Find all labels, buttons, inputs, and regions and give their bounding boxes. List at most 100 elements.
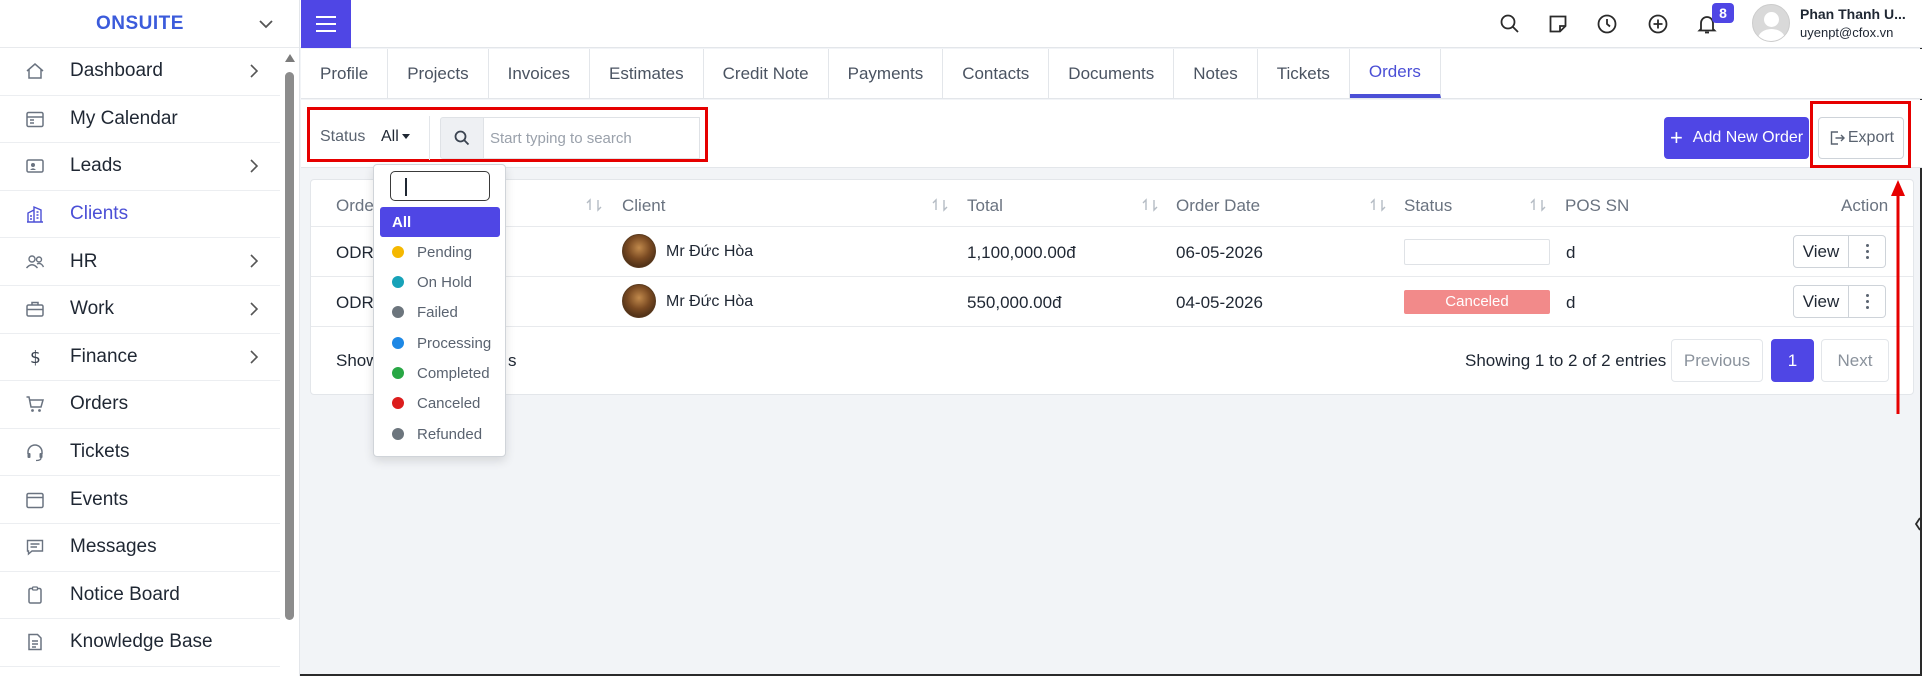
order-total: 1,100,000.00đ [967,243,1076,262]
sort-icon[interactable] [1369,198,1387,212]
scroll-up-arrow-icon[interactable] [285,54,295,62]
tab-projects[interactable]: Projects [388,49,489,98]
client-name[interactable]: Mr Đức Hòa [666,243,753,261]
sidebar-item-events[interactable]: Events [0,476,280,524]
status-option-processing[interactable]: Processing [380,328,500,358]
sidebar-item-label: Finance [70,345,138,367]
sidebar-item-leads[interactable]: Leads [0,143,280,191]
sidebar-item-messages[interactable]: Messages [0,524,280,572]
sidebar-item-notice-board[interactable]: Notice Board [0,572,280,620]
status-option-all[interactable]: All [380,207,500,237]
column-header-client[interactable]: Client [622,196,665,216]
sidebar-nav: Dashboard My Calendar Leads Clients HR W… [0,48,299,667]
sidebar-item-knowledge-base[interactable]: Knowledge Base [0,619,280,667]
dot-icon [392,428,404,440]
sidebar-item-my-calendar[interactable]: My Calendar [0,96,280,144]
pagination-previous[interactable]: Previous [1671,339,1763,382]
sidebar-item-clients[interactable]: Clients [0,191,280,239]
more-vertical-icon [1865,244,1869,259]
column-header-status[interactable]: Status [1404,196,1452,216]
option-label: Completed [417,364,490,382]
status-filter-select[interactable]: All [381,128,410,146]
order-date: 06-05-2026 [1176,243,1263,262]
status-option-canceled[interactable]: Canceled [380,388,500,418]
tab-contacts[interactable]: Contacts [943,49,1050,98]
tab-orders[interactable]: Orders [1349,49,1441,98]
status-option-on-hold[interactable]: On Hold [380,267,500,297]
status-option-failed[interactable]: Failed [380,297,500,327]
brand-name: ONSUITE [96,12,184,34]
tab-tickets[interactable]: Tickets [1258,49,1350,98]
tab-documents[interactable]: Documents [1049,49,1175,98]
tab-credit-note[interactable]: Credit Note [704,49,829,98]
add-circle-icon[interactable] [1646,12,1670,36]
more-actions-button[interactable] [1849,235,1886,268]
view-button[interactable]: View [1793,235,1849,268]
dot-icon [392,276,404,288]
column-header-pos-sn: POS SN [1565,196,1630,215]
sidebar-item-finance[interactable]: $ Finance [0,334,280,382]
orders-table-card: Orde Client Total Order Date Status POS … [310,179,1914,395]
dropdown-search-input[interactable] [390,171,490,201]
dot-icon [392,246,404,258]
dot-icon [392,337,404,349]
sidebar-item-dashboard[interactable]: Dashboard [0,48,280,96]
clock-icon[interactable] [1595,12,1619,36]
more-actions-button[interactable] [1849,285,1886,318]
sort-icon[interactable] [585,198,603,212]
pagination-page-1[interactable]: 1 [1771,339,1814,382]
order-number[interactable]: ODR [336,293,374,313]
sidebar-item-label: Events [70,488,129,510]
add-new-order-label: Add New Order [1692,129,1804,146]
status-option-completed[interactable]: Completed [380,358,500,388]
pagination-next[interactable]: Next [1821,339,1889,382]
sidebar-item-tickets[interactable]: Tickets [0,429,280,477]
house-icon [24,60,46,82]
tab-payments[interactable]: Payments [829,49,944,98]
add-new-order-button[interactable]: + Add New Order [1664,117,1809,159]
sort-icon[interactable] [1141,198,1159,212]
user-name: Phan Thanh U... [1800,6,1906,22]
chevron-down-icon[interactable] [257,15,275,33]
column-header-total[interactable]: Total [967,196,1003,216]
chat-icon [24,536,46,558]
sort-icon[interactable] [931,198,949,212]
status-option-pending[interactable]: Pending [380,237,500,267]
status-option-refunded[interactable]: Refunded [380,419,500,449]
brand-header[interactable]: ONSUITE [0,0,299,48]
sort-icon[interactable] [1529,198,1547,212]
edge-caret-icon [1914,517,1921,531]
hamburger-line [316,30,336,32]
sidebar-scrollbar[interactable] [283,50,295,676]
view-button[interactable]: View [1793,285,1849,318]
sidebar-item-label: Orders [70,393,129,415]
column-header-action: Action [1841,196,1889,215]
tab-profile[interactable]: Profile [301,49,389,98]
search-input[interactable] [484,117,700,159]
export-button[interactable]: Export [1818,117,1904,159]
sidebar-item-label: Clients [70,203,129,225]
tab-invoices[interactable]: Invoices [489,49,590,98]
export-icon [1830,131,1845,145]
column-header-order-date[interactable]: Order Date [1176,196,1260,216]
sidebar: ONSUITE Dashboard My Calendar Leads Clie… [0,0,300,676]
sidebar-item-hr[interactable]: HR [0,238,280,286]
sticky-note-icon[interactable] [1546,12,1570,36]
sidebar-item-label: Tickets [70,441,130,463]
sidebar-item-label: HR [70,250,98,272]
tab-estimates[interactable]: Estimates [590,49,704,98]
sidebar-item-orders[interactable]: Orders [0,381,280,429]
menu-toggle-button[interactable] [301,0,351,48]
order-number[interactable]: ODR [336,243,374,263]
pos-sn: d [1566,243,1576,262]
scroll-thumb[interactable] [285,72,294,620]
column-header-order[interactable]: Orde [336,196,374,216]
order-date: 04-05-2026 [1176,293,1263,312]
search-icon[interactable] [1498,12,1522,36]
option-label: On Hold [417,273,473,291]
tab-notes[interactable]: Notes [1174,49,1258,98]
client-name[interactable]: Mr Đức Hòa [666,293,753,311]
user-menu[interactable]: Phan Thanh U... uyenpt@cfox.vn [1752,4,1906,42]
dot-icon [392,397,404,409]
sidebar-item-work[interactable]: Work [0,286,280,334]
